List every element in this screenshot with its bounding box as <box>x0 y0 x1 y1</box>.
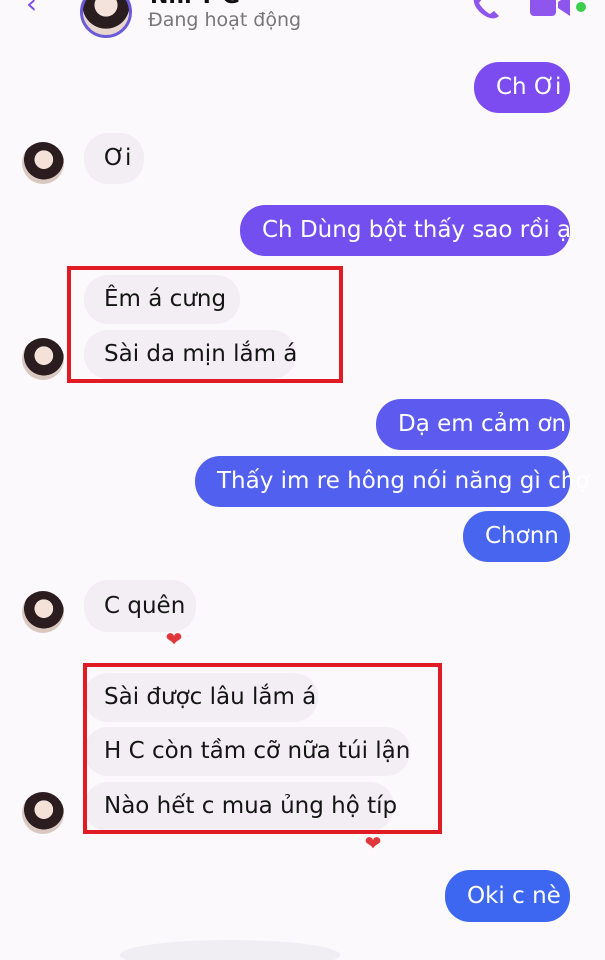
active-status-dot <box>576 2 586 12</box>
back-arrow-icon[interactable]: ‹ <box>26 0 48 18</box>
message-bubble-sent[interactable]: Oki c nè <box>445 870 570 922</box>
message-bubble-received[interactable]: Ơi <box>84 133 144 184</box>
cropped-bottom-element <box>120 940 340 960</box>
message-bubble-sent[interactable]: Thấy im re hông nói năng gì chợ <box>195 456 589 507</box>
sender-avatar[interactable] <box>22 792 64 834</box>
message-bubble-sent[interactable]: Dạ em cảm ơn <box>376 399 570 450</box>
contact-avatar[interactable] <box>80 0 132 38</box>
message-bubble-received[interactable]: C quên <box>84 580 196 632</box>
message-bubble-sent[interactable]: Chơnn <box>463 511 570 562</box>
chat-header: ‹ Nhi T G Đang hoạt động <box>0 0 605 42</box>
highlight-box <box>67 266 343 383</box>
heart-reaction-icon[interactable]: ❤ <box>163 628 185 650</box>
message-bubble-sent[interactable]: Ch Dùng bột thấy sao rồi ạ <box>240 205 571 256</box>
phone-icon[interactable] <box>468 0 502 20</box>
contact-name[interactable]: Nhi T G <box>150 0 240 9</box>
highlight-box <box>83 663 442 834</box>
heart-reaction-icon[interactable]: ❤ <box>362 832 384 854</box>
message-bubble-sent[interactable]: Ch Ơi <box>474 62 570 113</box>
contact-status: Đang hoạt động <box>148 9 302 31</box>
sender-avatar[interactable] <box>22 591 64 633</box>
sender-avatar[interactable] <box>22 142 64 184</box>
video-camera-icon[interactable] <box>526 0 576 20</box>
sender-avatar[interactable] <box>22 338 64 380</box>
